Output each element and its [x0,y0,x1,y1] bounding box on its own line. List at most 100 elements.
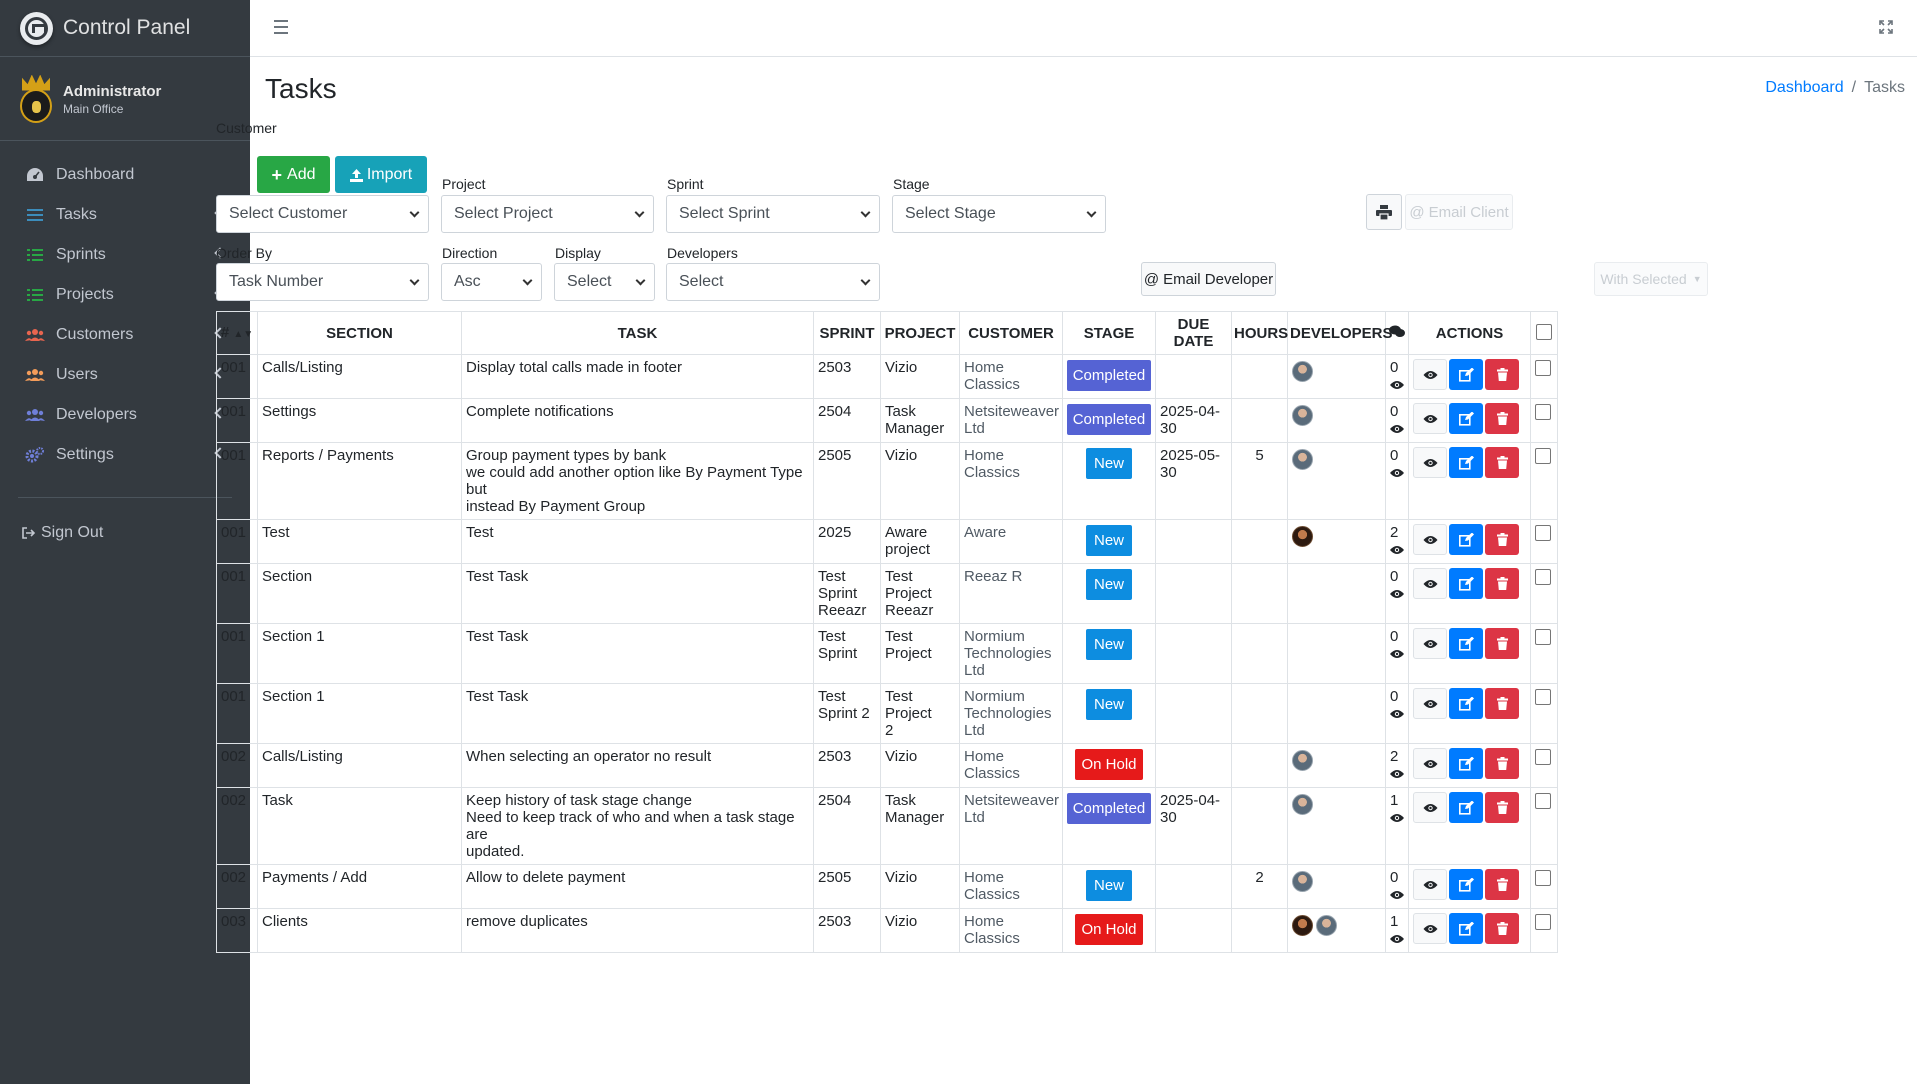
direction-select[interactable]: Asc [441,263,542,301]
user-panel[interactable]: Administrator Main Office [0,57,250,141]
edit-button[interactable] [1449,568,1483,599]
sidebar-item-dashboard[interactable]: Dashboard [0,155,250,195]
stage-badge[interactable]: On Hold [1075,914,1143,945]
column-header-stage[interactable]: STAGE [1062,311,1156,355]
sidebar-item-sprints[interactable]: Sprints [0,235,250,275]
developer-avatar[interactable] [1292,915,1313,936]
row-checkbox[interactable] [1535,360,1551,376]
developer-avatar[interactable] [1292,449,1313,470]
eye-icon[interactable] [1390,646,1404,663]
brand-link[interactable]: Control Panel [0,0,250,57]
delete-button[interactable] [1485,688,1519,719]
developers-select[interactable]: Select [666,263,880,301]
developer-avatar[interactable] [1292,361,1313,382]
developer-avatar[interactable] [1316,915,1337,936]
eye-icon[interactable] [1390,810,1404,827]
developer-avatar[interactable] [1292,405,1313,426]
sidebar-item-settings[interactable]: Settings [0,435,250,475]
eye-icon[interactable] [1390,377,1404,394]
edit-button[interactable] [1449,524,1483,555]
email-developer-button[interactable]: @ Email Developer [1141,262,1276,296]
column-header-task[interactable]: TASK [461,311,814,355]
sidebar-item-projects[interactable]: Projects [0,275,250,315]
eye-icon[interactable] [1390,887,1404,904]
column-header-due-date[interactable]: DUE DATE [1155,311,1232,355]
edit-button[interactable] [1449,869,1483,900]
column-header-section[interactable]: SECTION [257,311,462,355]
display-select[interactable]: Select [554,263,655,301]
edit-button[interactable] [1449,792,1483,823]
stage-badge[interactable]: On Hold [1075,749,1143,780]
developer-avatar[interactable] [1292,750,1313,771]
delete-button[interactable] [1485,913,1519,944]
row-checkbox[interactable] [1535,525,1551,541]
developer-avatar[interactable] [1292,794,1313,815]
stage-badge[interactable]: New [1086,525,1132,556]
view-button[interactable] [1413,524,1447,555]
row-checkbox[interactable] [1535,793,1551,809]
stage-badge[interactable]: Completed [1067,404,1151,435]
delete-button[interactable] [1485,447,1519,478]
column-header-customer[interactable]: CUSTOMER [959,311,1063,355]
delete-button[interactable] [1485,628,1519,659]
view-button[interactable] [1413,403,1447,434]
row-checkbox[interactable] [1535,870,1551,886]
eye-icon[interactable] [1390,931,1404,948]
row-checkbox[interactable] [1535,404,1551,420]
row-checkbox[interactable] [1535,569,1551,585]
stage-badge[interactable]: New [1086,569,1132,600]
edit-button[interactable] [1449,688,1483,719]
customer-select[interactable]: Select Customer [216,195,429,233]
stage-badge[interactable]: New [1086,689,1132,720]
project-select[interactable]: Select Project [441,195,654,233]
sidebar-item-developers[interactable]: Developers [0,395,250,435]
delete-button[interactable] [1485,359,1519,390]
order-by-select[interactable]: Task Number [216,263,429,301]
edit-button[interactable] [1449,748,1483,779]
view-button[interactable] [1413,568,1447,599]
view-button[interactable] [1413,913,1447,944]
with-selected-dropdown[interactable]: With Selected ▼ [1594,262,1708,296]
eye-icon[interactable] [1390,421,1404,438]
column-header-hours[interactable]: HOURS [1231,311,1288,355]
eye-icon[interactable] [1390,465,1404,482]
developer-avatar[interactable] [1292,526,1313,547]
row-checkbox[interactable] [1535,749,1551,765]
delete-button[interactable] [1485,524,1519,555]
developer-avatar[interactable] [1292,871,1313,892]
sign-out-link[interactable]: Sign Out [0,524,250,542]
view-button[interactable] [1413,359,1447,390]
stage-badge[interactable]: Completed [1067,793,1151,824]
edit-button[interactable] [1449,359,1483,390]
view-button[interactable] [1413,688,1447,719]
view-button[interactable] [1413,628,1447,659]
edit-button[interactable] [1449,403,1483,434]
sidebar-item-tasks[interactable]: Tasks [0,195,250,235]
stage-badge[interactable]: New [1086,629,1132,660]
delete-button[interactable] [1485,748,1519,779]
sidebar-item-users[interactable]: Users [0,355,250,395]
delete-button[interactable] [1485,403,1519,434]
column-header-number[interactable]: # ▲▼ [216,311,258,355]
add-button[interactable]: + Add [257,156,330,193]
row-checkbox[interactable] [1535,914,1551,930]
edit-button[interactable] [1449,628,1483,659]
email-client-button[interactable]: @ Email Client [1405,194,1513,230]
hamburger-menu-icon[interactable] [274,20,288,38]
delete-button[interactable] [1485,869,1519,900]
column-header-project[interactable]: PROJECT [880,311,960,355]
select-all-checkbox[interactable] [1536,323,1552,340]
view-button[interactable] [1413,792,1447,823]
delete-button[interactable] [1485,568,1519,599]
user-name[interactable]: Administrator [63,83,161,100]
import-button[interactable]: Import [335,156,427,193]
sprint-select[interactable]: Select Sprint [666,195,880,233]
delete-button[interactable] [1485,792,1519,823]
eye-icon[interactable] [1390,766,1404,783]
eye-icon[interactable] [1390,542,1404,559]
edit-button[interactable] [1449,447,1483,478]
stage-badge[interactable]: Completed [1067,360,1151,391]
view-button[interactable] [1413,869,1447,900]
edit-button[interactable] [1449,913,1483,944]
row-checkbox[interactable] [1535,689,1551,705]
